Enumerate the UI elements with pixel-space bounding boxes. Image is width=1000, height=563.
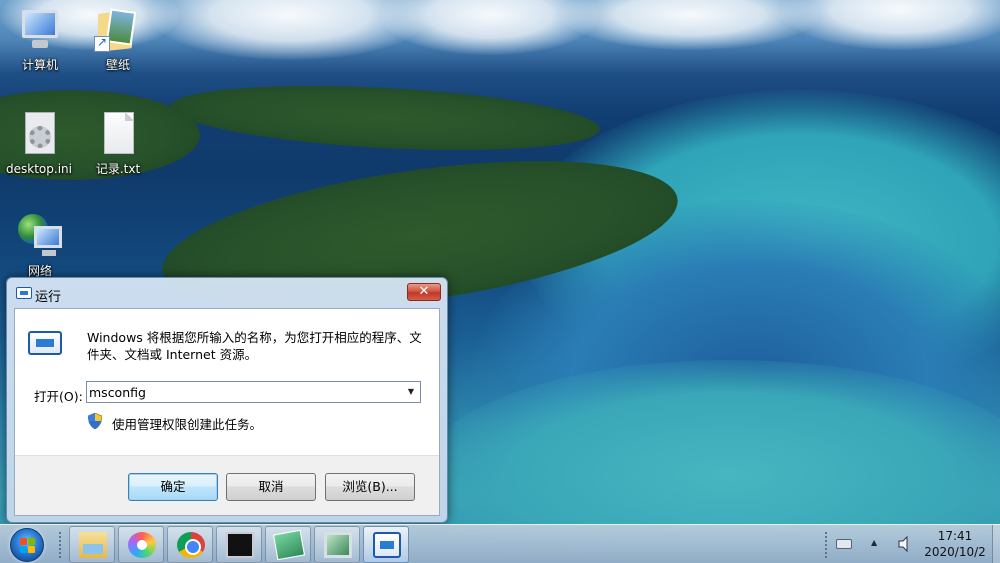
text-file-icon xyxy=(94,110,142,158)
dialog-title: 运行 xyxy=(35,290,62,305)
run-program-icon xyxy=(28,331,62,355)
browse-button[interactable]: 浏览(B)... xyxy=(325,473,415,501)
show-hidden-icons-arrow-icon[interactable]: ▲ xyxy=(871,536,881,550)
uac-shield-icon xyxy=(88,413,102,429)
dialog-description: Windows 将根据您所输入的名称，为您打开相应的程序、文件夹、文档或 Int… xyxy=(87,330,422,362)
taskbar-app-run[interactable] xyxy=(363,526,409,563)
desktop-icon-label: 壁纸 xyxy=(105,58,130,72)
desktop-icon-label: 计算机 xyxy=(21,58,58,72)
taskbar-grip[interactable] xyxy=(58,531,62,559)
run-icon xyxy=(373,532,401,558)
pinwheel-icon xyxy=(128,532,156,558)
desktop-icon-computer[interactable]: 计算机 xyxy=(4,6,76,72)
tray-grip[interactable] xyxy=(824,531,828,559)
keyboard-icon[interactable] xyxy=(836,539,852,549)
run-dialog[interactable]: 运行 ✕ Windows 将根据您所输入的名称，为您打开相应的程序、文件夹、文档… xyxy=(6,277,448,523)
open-input[interactable] xyxy=(89,383,389,401)
start-button[interactable] xyxy=(10,528,44,562)
clock-date: 2020/10/2 xyxy=(924,545,986,559)
show-desktop-button[interactable] xyxy=(992,525,1000,563)
volume-icon[interactable] xyxy=(897,535,913,553)
dropdown-arrow-icon[interactable]: ▼ xyxy=(403,385,419,399)
desktop-icon-wallpaper-folder[interactable]: 壁纸 xyxy=(82,6,154,72)
desktop-icon-network[interactable]: 网络 xyxy=(4,212,76,278)
open-label: 打开(O): xyxy=(34,389,83,404)
dialog-client-area: Windows 将根据您所输入的名称，为您打开相应的程序、文件夹、文档或 Int… xyxy=(14,308,440,516)
open-combobox[interactable]: ▼ xyxy=(86,381,421,403)
desktop-icon-desktop-ini[interactable]: desktop.ini xyxy=(3,110,75,176)
cancel-button[interactable]: 取消 xyxy=(226,473,316,501)
taskbar-app-explorer[interactable] xyxy=(69,526,115,563)
ok-button[interactable]: 确定 xyxy=(128,473,218,501)
taskbar-app-petal[interactable] xyxy=(118,526,164,563)
clock-time: 17:41 xyxy=(937,529,973,543)
admin-note: 使用管理权限创建此任务。 xyxy=(112,417,263,432)
chrome-icon xyxy=(177,532,205,558)
system-clock[interactable]: 17:41 2020/10/2 xyxy=(918,528,992,560)
dialog-content: Windows 将根据您所输入的名称，为您打开相应的程序、文件夹、文档或 Int… xyxy=(15,309,439,455)
close-button[interactable]: ✕ xyxy=(407,283,441,301)
taskbar-app-chrome[interactable] xyxy=(167,526,213,563)
notes-icon xyxy=(272,529,306,561)
folder-shortcut-icon xyxy=(94,6,142,54)
run-icon xyxy=(16,287,32,299)
computer-icon xyxy=(16,6,64,54)
desktop-icon-record-txt[interactable]: 记录.txt xyxy=(82,110,154,176)
folder-icon xyxy=(79,532,107,558)
network-icon xyxy=(16,212,64,260)
desktop-icon-label: 记录.txt xyxy=(95,162,141,176)
taskbar: ▲ 17:41 2020/10/2 xyxy=(0,524,1000,563)
monitor-icon xyxy=(324,532,352,558)
taskbar-app-cmd[interactable] xyxy=(216,526,262,563)
taskbar-app-monitor[interactable] xyxy=(314,526,360,563)
desktop-icon-label: desktop.ini xyxy=(6,162,72,176)
desktop-icon-label: 网络 xyxy=(27,264,52,278)
dialog-title-bar[interactable]: 运行 ✕ xyxy=(7,278,447,308)
terminal-icon xyxy=(226,532,254,558)
settings-file-icon xyxy=(15,110,63,158)
taskbar-app-notes[interactable] xyxy=(265,526,311,563)
